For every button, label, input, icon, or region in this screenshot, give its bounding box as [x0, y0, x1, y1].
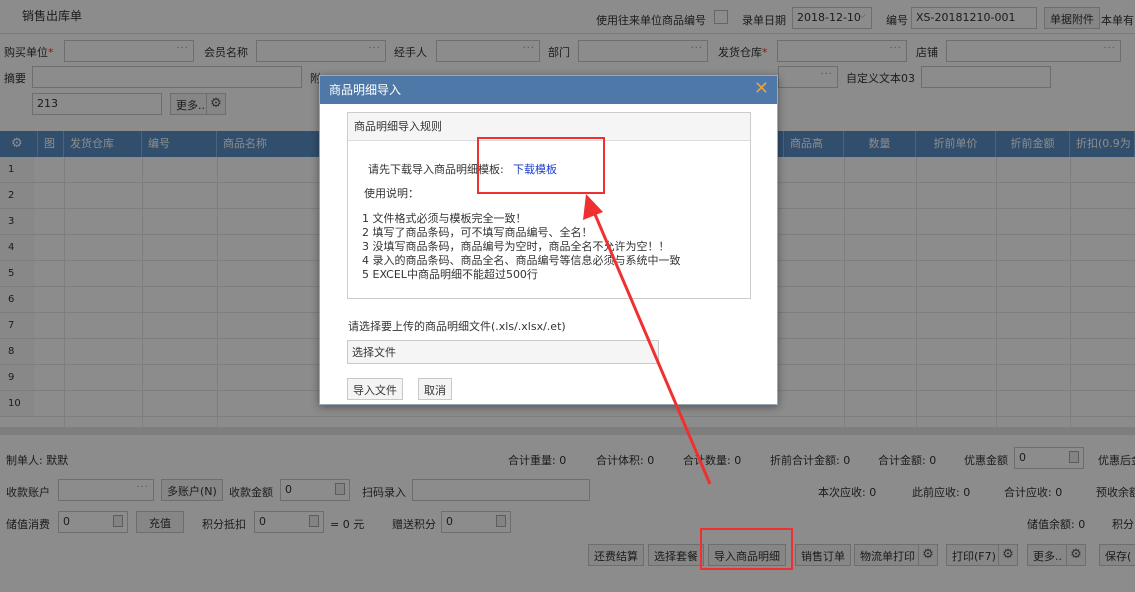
- arrow-shaft: [592, 211, 712, 485]
- arrow-head: [583, 194, 603, 220]
- annotation-arrow: [583, 194, 712, 485]
